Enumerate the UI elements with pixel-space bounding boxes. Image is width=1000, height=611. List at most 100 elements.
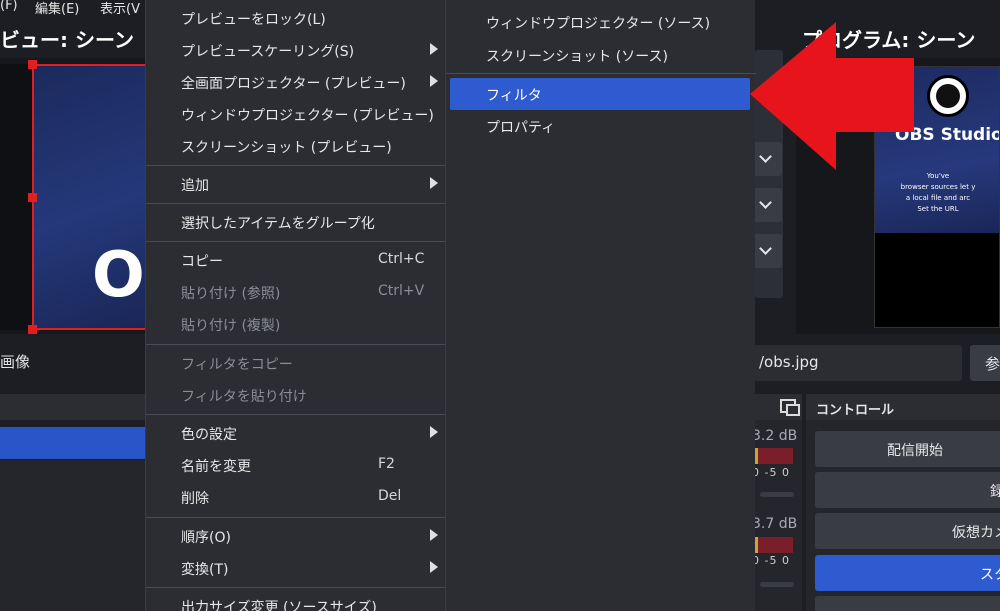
submenu-arrow-icon xyxy=(430,43,438,55)
submenu-arrow-icon xyxy=(430,426,438,438)
chevron-down-icon xyxy=(759,196,772,209)
menu-item-label: コピー xyxy=(181,254,223,270)
program-text: You've browser sources let y a local fil… xyxy=(875,171,999,215)
submenu-item-filters[interactable]: フィルタ xyxy=(450,78,750,110)
obs-logo-icon xyxy=(927,75,969,117)
menu-item-label: 出力サイズ変更 (ソースサイズ) xyxy=(181,600,377,611)
scenes-header xyxy=(0,394,145,420)
resize-handle[interactable] xyxy=(28,193,37,202)
controls-header-label: コントロール xyxy=(816,403,895,418)
volume-slider[interactable] xyxy=(760,582,794,587)
menu-item-copy[interactable]: コピー Ctrl+C xyxy=(146,244,446,276)
menu-item-label: 追加 xyxy=(181,178,209,194)
source-name-label: 画像 xyxy=(0,353,31,371)
menu-item-lock-preview[interactable]: プレビューをロック(L) xyxy=(146,2,446,34)
submenu-arrow-icon xyxy=(430,529,438,541)
preview-title: ビュー: シーン xyxy=(0,28,134,52)
meter-ticks: 0 -5 0 xyxy=(752,554,790,567)
menu-item-label: 名前を変更 xyxy=(181,459,251,475)
submenu-item-label: ウィンドウプロジェクター (ソース) xyxy=(486,16,711,32)
menu-separator xyxy=(146,587,446,588)
settings-button[interactable] xyxy=(815,596,1000,611)
mixer-db-value: 3.7 dB xyxy=(752,516,798,532)
preview-image-text: O xyxy=(92,238,145,311)
menu-item-window-projector[interactable]: ウィンドウプロジェクター (プレビュー) xyxy=(146,98,446,130)
menu-item-label: フィルタをコピー xyxy=(181,357,293,373)
menu-item-label: プレビュースケーリング(S) xyxy=(181,44,355,60)
resize-handle[interactable] xyxy=(28,325,37,334)
file-path-field[interactable]: /obs.jpg xyxy=(750,345,962,381)
menu-item-add[interactable]: 追加 xyxy=(146,168,446,200)
menu-item-label: 全画面プロジェクター (プレビュー) xyxy=(181,76,406,92)
start-streaming-label: 配信開始 xyxy=(887,443,943,459)
menubar: (F) 編集(E) 表示(V xyxy=(0,0,160,17)
dropdown-button[interactable] xyxy=(752,188,782,222)
submenu-arrow-icon xyxy=(430,75,438,87)
menu-item-fullscreen-projector[interactable]: 全画面プロジェクター (プレビュー) xyxy=(146,66,446,98)
menu-separator xyxy=(146,344,446,345)
menu-item-transform[interactable]: 変換(T) xyxy=(146,552,446,584)
menu-item-paste-reference: 貼り付け (参照) Ctrl+V xyxy=(146,276,446,308)
resize-handle[interactable] xyxy=(28,60,37,69)
undock-icon[interactable] xyxy=(780,399,800,416)
menu-item-order[interactable]: 順序(O) xyxy=(146,520,446,552)
menu-item-set-color[interactable]: 色の設定 xyxy=(146,417,446,449)
virtual-camera-label: 仮想カメ xyxy=(952,525,1000,541)
volume-slider[interactable] xyxy=(760,492,794,497)
menu-separator xyxy=(146,414,446,415)
menu-item-group-selected[interactable]: 選択したアイテムをグループ化 xyxy=(146,206,446,238)
menu-item-label: 変換(T) xyxy=(181,562,229,578)
submenu-item-window-projector-source[interactable]: ウィンドウプロジェクター (ソース) xyxy=(446,6,756,38)
menu-item-label: 貼り付け (複製) xyxy=(181,318,281,334)
meter-ticks: 0 -5 0 xyxy=(752,466,790,479)
virtual-camera-button[interactable]: 仮想カメ xyxy=(815,513,1000,549)
menu-item-label: 色の設定 xyxy=(181,427,237,443)
menu-item-resize-output[interactable]: 出力サイズ変更 (ソースサイズ) xyxy=(146,590,446,611)
menu-item-rename[interactable]: 名前を変更 F2 xyxy=(146,449,446,481)
menu-item-paste-duplicate: 貼り付け (複製) xyxy=(146,308,446,340)
selected-scene-row[interactable] xyxy=(0,427,145,459)
menu-file[interactable]: (F) xyxy=(0,0,18,13)
menu-item-label: 順序(O) xyxy=(181,530,231,546)
submenu: ウィンドウプロジェクター (ソース) スクリーンショット (ソース) フィルタ … xyxy=(445,0,756,611)
studio-mode-button[interactable]: スタ xyxy=(815,555,1000,591)
menu-edit[interactable]: 編集(E) xyxy=(35,0,79,17)
submenu-item-label: スクリーンショット (ソース) xyxy=(486,49,668,65)
menu-shortcut: Ctrl+C xyxy=(378,251,425,267)
dropdown-button[interactable] xyxy=(752,234,782,268)
program-line: browser sources let y xyxy=(900,183,976,191)
menu-item-label: スクリーンショット (プレビュー) xyxy=(181,140,392,156)
menu-separator xyxy=(446,73,756,74)
red-arrow-icon xyxy=(750,22,914,170)
volume-meter xyxy=(755,537,793,553)
start-streaming-button[interactable]: 配信開始 xyxy=(815,431,1000,467)
menu-item-paste-filters: フィルタを貼り付け xyxy=(146,379,446,411)
menu-separator xyxy=(146,165,446,166)
audio-mixer xyxy=(752,394,802,611)
menu-view[interactable]: 表示(V xyxy=(100,0,140,17)
submenu-arrow-icon xyxy=(430,561,438,573)
program-line: Set the URL xyxy=(917,205,959,213)
menu-item-preview-scaling[interactable]: プレビュースケーリング(S) xyxy=(146,34,446,66)
submenu-item-label: プロパティ xyxy=(486,120,556,136)
menu-item-label: 削除 xyxy=(181,491,209,507)
menu-item-label: ウィンドウプロジェクター (プレビュー) xyxy=(181,108,434,124)
menu-item-label: 選択したアイテムをグループ化 xyxy=(181,216,375,232)
menu-item-screenshot[interactable]: スクリーンショット (プレビュー) xyxy=(146,130,446,162)
submenu-arrow-icon xyxy=(430,177,438,189)
menu-item-label: 貼り付け (参照) xyxy=(181,286,281,302)
context-menu: プレビューをロック(L) プレビュースケーリング(S) 全画面プロジェクター (… xyxy=(145,0,446,611)
browse-button[interactable]: 参 xyxy=(970,345,1000,381)
chevron-down-icon xyxy=(759,242,772,255)
menu-item-delete[interactable]: 削除 Del xyxy=(146,481,446,513)
volume-meter xyxy=(755,448,793,464)
start-recording-button[interactable]: 録 xyxy=(815,472,1000,508)
submenu-item-properties[interactable]: プロパティ xyxy=(446,110,756,142)
menu-item-label: フィルタを貼り付け xyxy=(181,389,307,405)
submenu-item-label: フィルタ xyxy=(486,88,542,104)
submenu-item-screenshot-source[interactable]: スクリーンショット (ソース) xyxy=(446,39,756,71)
menu-shortcut: Del xyxy=(378,488,402,504)
menu-item-copy-filters: フィルタをコピー xyxy=(146,347,446,379)
selected-source-image[interactable]: O xyxy=(32,64,147,330)
mixer-db-value: 3.2 dB xyxy=(752,428,798,444)
